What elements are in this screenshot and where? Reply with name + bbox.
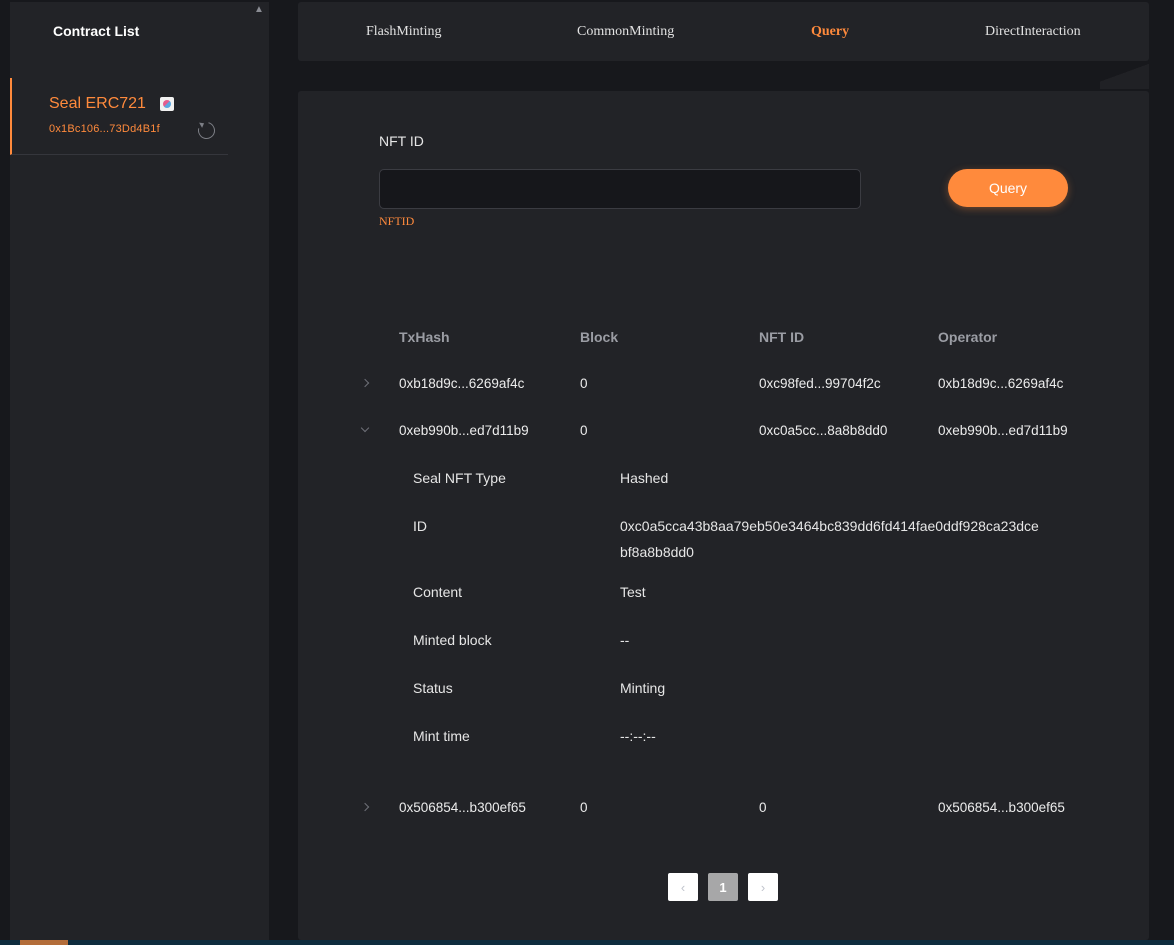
- operator-cell: 0xeb990b...ed7d11b9: [938, 423, 1068, 438]
- txhash-cell: 0xb18d9c...6269af4c: [399, 376, 525, 391]
- query-button[interactable]: Query: [948, 169, 1068, 207]
- detail-value-id: 0xc0a5cca43b8aa79eb50e3464bc839dd6fd414f…: [620, 518, 1039, 560]
- nft-id-cell: 0: [759, 800, 767, 815]
- nft-id-cell: 0xc0a5cc...8a8b8dd0: [759, 423, 888, 438]
- contract-address: 0x1Bc106...73Dd4B1f: [49, 123, 160, 135]
- column-header-operator: Operator: [938, 329, 998, 345]
- expand-chevron-icon[interactable]: [360, 378, 370, 388]
- taskbar-item[interactable]: [20, 940, 68, 945]
- nft-id-label: NFT ID: [379, 133, 424, 149]
- refresh-icon[interactable]: [194, 118, 219, 143]
- decorative-corner: [1100, 61, 1149, 89]
- table-row[interactable]: 0xb18d9c...6269af4c 0 0xc98fed...99704f2…: [298, 360, 1149, 408]
- taskbar-strip: [0, 940, 1174, 945]
- nft-id-input[interactable]: [379, 169, 861, 209]
- block-cell: 0: [580, 423, 588, 438]
- chevron-left-icon[interactable]: ‹: [668, 873, 698, 901]
- operator-cell: 0xb18d9c...6269af4c: [938, 376, 1064, 391]
- detail-label-status: Status: [413, 680, 453, 696]
- column-header-block: Block: [580, 329, 619, 345]
- sidebar-title: Contract List: [53, 23, 140, 39]
- block-cell: 0: [580, 800, 588, 815]
- collapse-chevron-icon[interactable]: [360, 423, 370, 433]
- contract-name: Seal ERC721: [49, 95, 146, 112]
- contract-sidebar: Contract List ▲ Seal ERC721 0x1Bc106...7…: [10, 2, 269, 940]
- column-header-nft-id: NFT ID: [759, 329, 805, 345]
- contract-type-icon: [160, 97, 174, 111]
- validation-message: NFTID: [379, 214, 415, 228]
- detail-value-minted-block: --: [620, 632, 630, 648]
- page-number-button[interactable]: 1: [708, 873, 738, 901]
- detail-label-id: ID: [413, 518, 427, 534]
- block-cell: 0: [580, 376, 588, 391]
- tab-directinteraction[interactable]: DirectInteraction: [985, 2, 1081, 61]
- tab-commonminting[interactable]: CommonMinting: [577, 2, 674, 61]
- tab-query[interactable]: Query: [811, 2, 849, 61]
- detail-label-content: Content: [413, 584, 463, 600]
- top-tab-bar: FlashMinting CommonMinting Query DirectI…: [298, 2, 1149, 61]
- table-row[interactable]: 0x506854...b300ef65 0 0 0x506854...b300e…: [298, 784, 1149, 832]
- contract-item-seal-erc721[interactable]: Seal ERC721 0x1Bc106...73Dd4B1f: [10, 78, 228, 155]
- detail-value-type: Hashed: [620, 470, 669, 486]
- chevron-up-icon[interactable]: ▲: [254, 4, 264, 15]
- detail-value-content: Test: [620, 584, 646, 600]
- expand-chevron-icon[interactable]: [360, 802, 370, 812]
- chevron-right-icon[interactable]: ›: [748, 873, 778, 901]
- detail-label-mint-time: Mint time: [413, 728, 470, 744]
- txhash-cell: 0x506854...b300ef65: [399, 800, 526, 815]
- column-header-txhash: TxHash: [399, 329, 450, 345]
- detail-value-status: Minting: [620, 680, 666, 696]
- table-row[interactable]: 0xeb990b...ed7d11b9 0 0xc0a5cc...8a8b8dd…: [298, 407, 1149, 455]
- operator-cell: 0x506854...b300ef65: [938, 800, 1065, 815]
- detail-label-type: Seal NFT Type: [413, 470, 506, 486]
- query-panel: NFT ID NFTID Query TxHash Block NFT ID O…: [298, 91, 1149, 940]
- tab-flashminting[interactable]: FlashMinting: [366, 2, 441, 61]
- txhash-cell: 0xeb990b...ed7d11b9: [399, 423, 529, 438]
- detail-label-minted-block: Minted block: [413, 632, 492, 648]
- detail-value-mint-time: --:--:--: [620, 728, 656, 744]
- nft-id-cell: 0xc98fed...99704f2c: [759, 376, 881, 391]
